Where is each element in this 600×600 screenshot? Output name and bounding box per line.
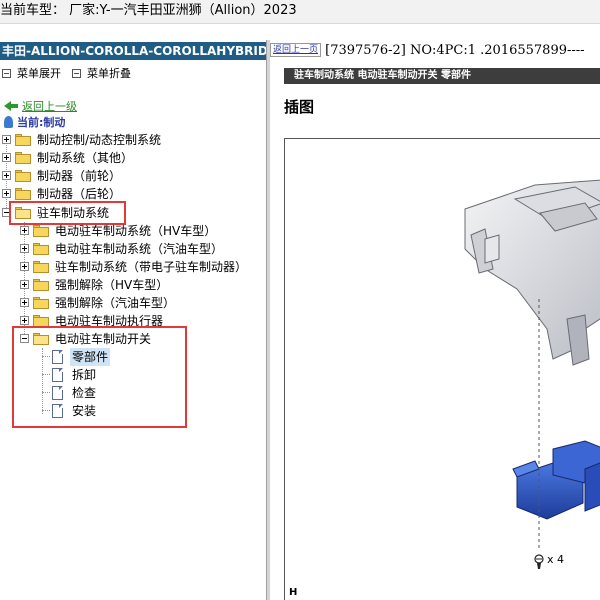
- menu-icon: [2, 69, 11, 78]
- folder-icon: [15, 152, 31, 164]
- expand-icon[interactable]: [20, 226, 29, 235]
- figure-code: H: [289, 587, 298, 598]
- highlight-box: [12, 326, 187, 428]
- tree-item[interactable]: 驻车制动系统（带电子驻车制动器）: [0, 258, 266, 276]
- section-path: 驻车制动系统 电动驻车制动开关 零部件: [284, 68, 600, 84]
- back-page-link[interactable]: 返回上一页: [270, 43, 322, 57]
- tree-pane: 丰田-ALLION-COROLLA-COROLLAHYBRID-LEVI 菜单展…: [0, 40, 266, 600]
- back-arrow-icon: [4, 101, 18, 111]
- collapse-all-button[interactable]: 菜单折叠: [72, 66, 131, 82]
- console-illustration: [464, 179, 600, 569]
- expand-icon[interactable]: [2, 171, 11, 180]
- content-pane: 返回上一页 [7397576-2] NO:4PC:1 .2016557899--…: [270, 40, 600, 600]
- folder-icon: [33, 243, 49, 255]
- expand-all-button[interactable]: 菜单展开: [2, 66, 61, 82]
- expand-icon[interactable]: [20, 316, 29, 325]
- tree-item[interactable]: 制动系统（其他）: [0, 149, 266, 167]
- window-title: 当前车型： 厂家:Y-一汽丰田亚洲狮（Allion）2023: [0, 0, 600, 24]
- folder-icon: [33, 261, 49, 273]
- illustration: x 4 H: [284, 138, 600, 600]
- location-icon: [4, 116, 13, 128]
- folder-icon: [15, 134, 31, 146]
- expand-icon[interactable]: [2, 135, 11, 144]
- tree-item[interactable]: 制动控制/动态控制系统: [0, 131, 266, 149]
- expand-icon[interactable]: [2, 153, 11, 162]
- folder-icon: [15, 170, 31, 182]
- console-part: [464, 179, 600, 366]
- switch-part: [512, 440, 600, 520]
- tree-item[interactable]: 电动驻车制动系统（HV车型）: [0, 222, 266, 240]
- expand-icon[interactable]: [20, 244, 29, 253]
- folder-icon: [33, 279, 49, 291]
- tree-item[interactable]: 制动器（前轮）: [0, 167, 266, 185]
- folder-icon: [33, 225, 49, 237]
- screw-icon: [534, 554, 544, 569]
- tree-item[interactable]: 电动驻车制动系统（汽油车型）: [0, 240, 266, 258]
- section-title: 插图: [284, 98, 315, 116]
- folder-icon: [15, 188, 31, 200]
- doc-ref-line: 返回上一页 [7397576-2] NO:4PC:1 .2016557899--…: [270, 42, 585, 60]
- tree-item[interactable]: 强制解除（汽油车型）: [0, 294, 266, 312]
- back-up-link[interactable]: 返回上一级: [4, 98, 77, 114]
- menu-icon: [72, 69, 81, 78]
- doc-ref: [7397576-2] NO:4PC:1 .2016557899----: [325, 43, 585, 58]
- tree-item[interactable]: 强制解除（HV车型）: [0, 276, 266, 294]
- screw-quantity: x 4: [547, 553, 565, 566]
- folder-icon: [33, 297, 49, 309]
- expand-icon[interactable]: [2, 189, 11, 198]
- expand-icon[interactable]: [20, 280, 29, 289]
- current-location: 当前:制动: [4, 114, 65, 130]
- expand-icon[interactable]: [20, 262, 29, 271]
- model-header: 丰田-ALLION-COROLLA-COROLLAHYBRID-LEVI: [0, 42, 266, 60]
- expand-icon[interactable]: [20, 298, 29, 307]
